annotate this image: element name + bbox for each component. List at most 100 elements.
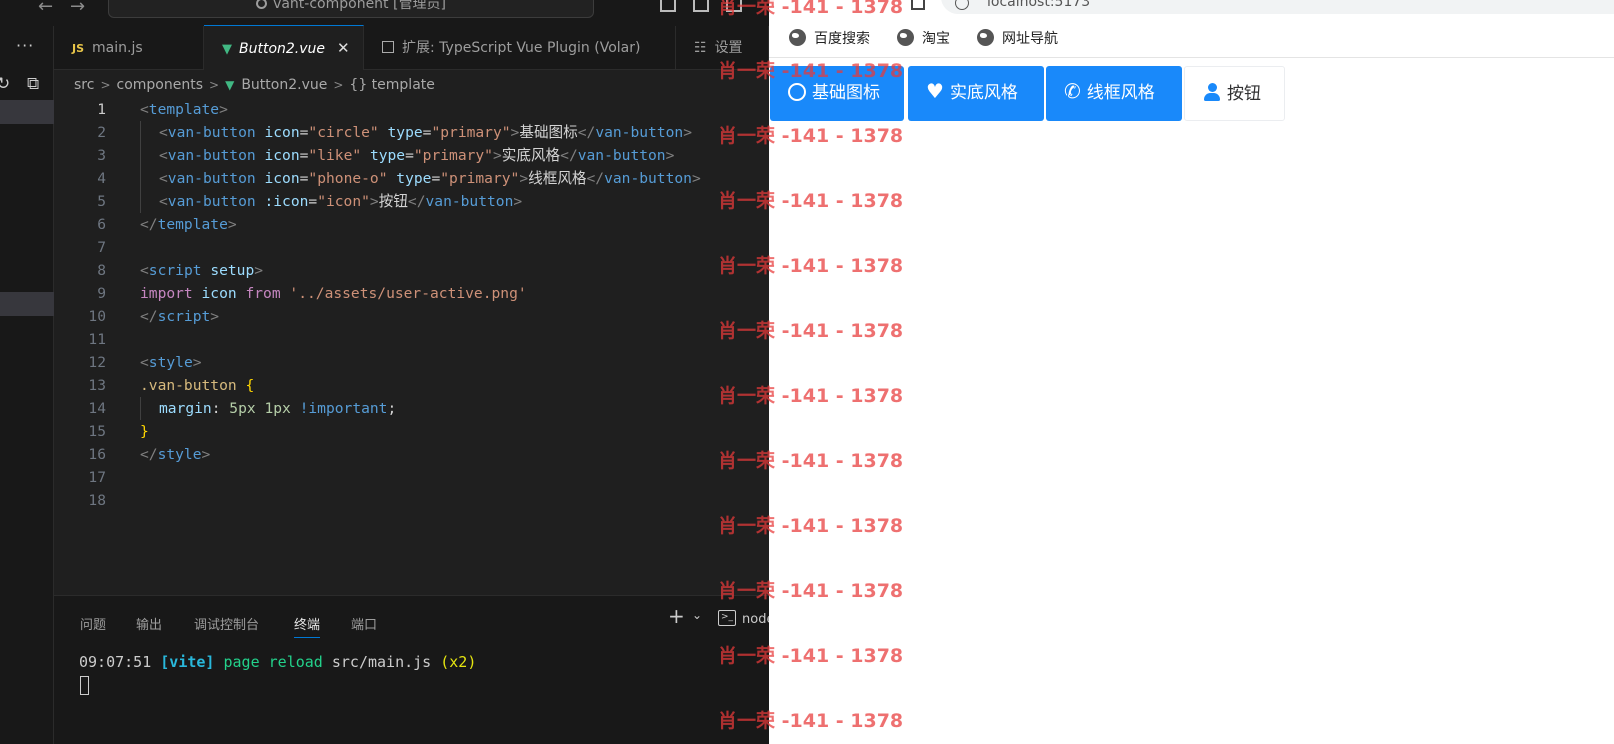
code-line: 4 <van-button icon="phone-o" type="primar… [54, 167, 769, 190]
code-token: icon [201, 285, 237, 302]
code-line: 5 <van-button :icon="icon">按钮</van-button… [54, 190, 769, 213]
code-token: from [245, 285, 281, 302]
command-center-search[interactable]: vant-component [管理员] [108, 0, 594, 18]
sidebar-selected-row[interactable] [0, 292, 54, 316]
button-label: 按钮 [1227, 84, 1261, 104]
new-terminal-icon[interactable]: + [668, 604, 685, 628]
code-token: van-button [167, 124, 256, 141]
code-editor[interactable]: 1 <template> 2 <van-button icon="circle" t… [54, 98, 769, 594]
breadcrumb-template[interactable]: {} template [349, 77, 434, 93]
collapse-all-icon[interactable]: ⧉ [27, 74, 39, 94]
bottom-panel: 问题 输出 调试控制台 终端 端口 + ⌄ >_ node 09:07:51 [… [54, 595, 769, 744]
watermark-text: 肖一荣 -141 - 1378 [718, 385, 904, 407]
bookmark-baidu-search[interactable]: 百度搜索 [789, 28, 870, 50]
terminal-message: page reload [223, 653, 323, 671]
code-line: 12 <style> [54, 351, 769, 374]
code-token: 线框风格 [528, 170, 587, 187]
terminal-file: src/main.js [331, 653, 432, 671]
code-token: setup [210, 262, 255, 279]
code-token: margin [159, 400, 212, 417]
site-info-icon[interactable] [955, 0, 969, 10]
code-line: 8 <script setup> [54, 259, 769, 282]
address-bar[interactable]: localhost:5173 [941, 0, 1614, 14]
line-number: 16 [88, 446, 106, 463]
sidebar-selected-row[interactable] [0, 100, 54, 124]
chevron-down-icon[interactable]: ⌄ [692, 608, 702, 622]
line-number: 7 [97, 239, 106, 256]
code-line: 1 <template> [54, 98, 769, 121]
code-token: '../assets/user-active.png' [289, 285, 527, 302]
code-token: template [148, 101, 220, 118]
search-icon [256, 0, 268, 9]
code-token: script [157, 308, 211, 325]
tab-extension-volar[interactable]: 扩展: TypeScript Vue Plugin (Volar) [364, 26, 676, 70]
command-center-text: vant-component [管理员] [273, 0, 446, 12]
image-icon-button[interactable]: 按钮 [1184, 66, 1285, 121]
back-arrow-icon[interactable]: ← [38, 0, 53, 16]
browser-window: localhost:5173 百度搜索 淘宝 网址导航 基础图标 ♥ 实底风格 ✆… [769, 0, 1614, 744]
code-token: 5px 1px [229, 400, 291, 417]
toggle-panel-icon[interactable] [693, 0, 709, 12]
terminal-output-line: 09:07:51 [vite] page reload src/main.js … [79, 653, 476, 671]
breadcrumb-components[interactable]: components [117, 77, 204, 93]
line-number: 1 [97, 101, 106, 118]
terminal-name[interactable]: node [742, 612, 769, 627]
watermark-text: 肖一荣 -141 - 1378 [718, 190, 904, 212]
more-actions-icon[interactable]: ··· [16, 36, 34, 55]
terminal-count: (x2) [440, 653, 477, 671]
code-token: :icon [264, 193, 309, 210]
editor-tabs: JS main.js ▼ Button2.vue ✕ 扩展: TypeScript V… [54, 25, 769, 70]
watermark-text: 肖一荣 -141 - 1378 [718, 60, 904, 82]
code-token: type [387, 124, 423, 141]
code-token: van-button [577, 147, 666, 164]
refresh-icon[interactable]: ↻ [0, 74, 10, 94]
globe-icon [977, 29, 994, 46]
tab-button2-vue[interactable]: ▼ Button2.vue ✕ [204, 25, 364, 70]
vue-file-icon: ▼ [225, 78, 235, 92]
code-line: 2 <van-button icon="circle" type="primary… [54, 121, 769, 144]
user-icon [1203, 83, 1221, 101]
solid-style-button[interactable]: ♥ 实底风格 [908, 66, 1044, 121]
watermark-text: 肖一荣 -141 - 1378 [718, 515, 904, 537]
tab-label: 设置 [714, 40, 743, 56]
panel-tab-problems[interactable]: 问题 [80, 614, 106, 633]
code-token: .van-button [140, 377, 237, 394]
close-icon[interactable]: ✕ [337, 39, 350, 57]
chevron-right-icon: > [333, 78, 344, 92]
bookmark-label: 网址导航 [1002, 31, 1058, 47]
panel-tab-ports[interactable]: 端口 [351, 614, 377, 633]
code-token: style [148, 354, 193, 371]
terminal-cursor[interactable] [80, 676, 89, 695]
tab-search-icon[interactable] [911, 0, 925, 10]
panel-tab-debug-console[interactable]: 调试控制台 [194, 614, 259, 633]
bookmark-label: 淘宝 [922, 31, 950, 47]
code-token: import [140, 285, 193, 302]
bookmark-taobao[interactable]: 淘宝 [897, 28, 950, 50]
heart-icon: ♥ [926, 79, 944, 103]
code-token: icon [264, 147, 300, 164]
outline-style-button[interactable]: ✆ 线框风格 [1046, 66, 1182, 121]
chevron-right-icon: > [209, 78, 220, 92]
watermark-text: 肖一荣 -141 - 1378 [718, 125, 904, 147]
bookmark-site-nav[interactable]: 网址导航 [977, 28, 1058, 50]
breadcrumb-file[interactable]: Button2.vue [241, 77, 327, 93]
code-token: icon [264, 124, 300, 141]
toggle-sidebar-icon[interactable] [660, 0, 676, 12]
panel-tab-output[interactable]: 输出 [136, 614, 162, 633]
line-number: 8 [97, 262, 106, 279]
globe-icon [897, 29, 914, 46]
code-token: "circle" [308, 124, 379, 141]
button-label: 线框风格 [1086, 83, 1155, 103]
breadcrumb-src[interactable]: src [74, 77, 94, 93]
line-number: 5 [97, 193, 106, 210]
code-line: 17 [54, 466, 769, 489]
tab-main-js[interactable]: JS main.js [54, 26, 204, 70]
extension-icon [382, 41, 394, 53]
terminal-icon: >_ [718, 610, 736, 626]
watermark-text: 肖一荣 -141 - 1378 [718, 710, 904, 732]
code-line: 9 import icon from '../assets/user-active… [54, 282, 769, 305]
button-label: 实底风格 [949, 83, 1018, 103]
globe-icon [789, 29, 806, 46]
forward-arrow-icon[interactable]: → [70, 0, 85, 16]
panel-tab-terminal[interactable]: 终端 [294, 614, 321, 638]
